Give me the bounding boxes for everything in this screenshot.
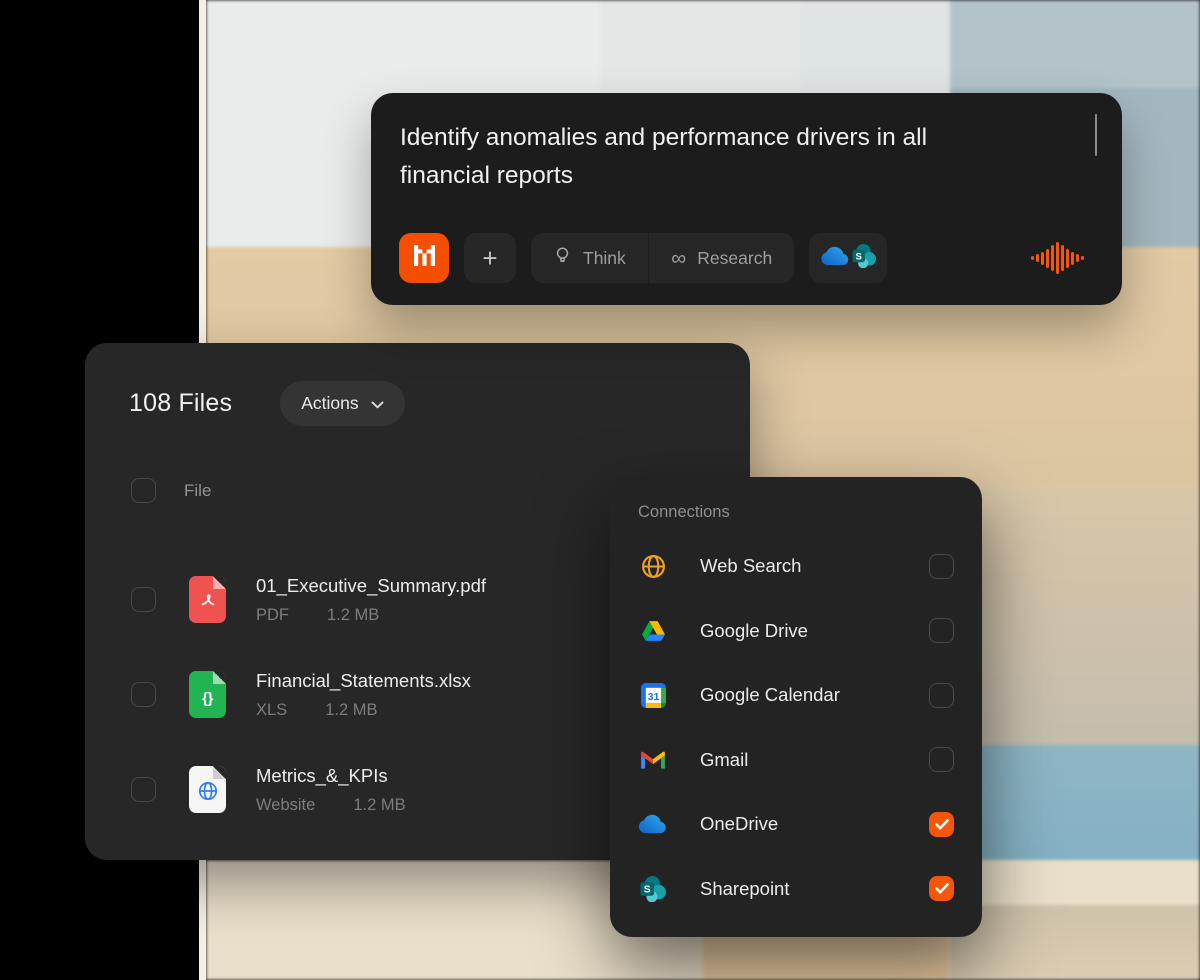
prompt-toolbar: + Think ∞ Research <box>399 233 1098 283</box>
file-column-header: File <box>184 481 211 501</box>
actions-label: Actions <box>301 393 358 414</box>
file-type: PDF <box>256 606 289 624</box>
connection-checkbox[interactable] <box>929 747 954 772</box>
lightbulb-icon <box>553 246 572 270</box>
files-header: 108 Files Actions <box>85 343 750 426</box>
select-all-checkbox[interactable] <box>131 478 156 503</box>
file-type: Website <box>256 796 315 814</box>
connection-checkbox[interactable] <box>929 683 954 708</box>
connection-row-onedrive[interactable]: OneDrive <box>610 792 982 857</box>
file-name: Metrics_&_KPIs <box>256 765 406 787</box>
connection-row-google-calendar[interactable]: 31 Google Calendar <box>610 663 982 728</box>
file-checkbox[interactable] <box>131 682 156 707</box>
onedrive-icon <box>638 814 668 834</box>
file-name: 01_Executive_Summary.pdf <box>256 575 486 597</box>
connection-checkbox[interactable] <box>929 618 954 643</box>
microsoft-sources-chip[interactable]: S <box>809 233 887 283</box>
spreadsheet-file-icon: {} <box>189 671 226 718</box>
svg-text:S: S <box>855 251 862 262</box>
file-size: 1.2 MB <box>325 701 377 719</box>
research-label: Research <box>697 248 772 269</box>
onedrive-icon <box>820 246 851 271</box>
connection-checkbox-checked[interactable] <box>929 876 954 901</box>
connections-list: Web Search Google Drive <box>610 534 982 921</box>
web-search-icon <box>638 553 668 580</box>
connection-row-gmail[interactable]: Gmail <box>610 728 982 793</box>
connection-row-sharepoint[interactable]: S Sharepoint <box>610 857 982 922</box>
sharepoint-icon: S <box>852 243 877 273</box>
file-meta: Website 1.2 MB <box>256 796 406 815</box>
gmail-icon <box>638 750 668 770</box>
svg-text:31: 31 <box>647 691 659 703</box>
file-checkbox[interactable] <box>131 777 156 802</box>
pdf-file-icon <box>189 576 226 623</box>
plus-icon: + <box>482 243 497 274</box>
actions-dropdown-button[interactable]: Actions <box>280 381 404 426</box>
chevron-down-icon <box>371 393 384 414</box>
svg-text:S: S <box>643 885 650 896</box>
file-size: 1.2 MB <box>353 796 405 814</box>
text-caret <box>1095 114 1098 156</box>
think-label: Think <box>583 248 626 269</box>
files-count-title: 108 Files <box>129 389 232 418</box>
file-size: 1.2 MB <box>327 606 379 624</box>
file-checkbox[interactable] <box>131 587 156 612</box>
research-button[interactable]: ∞ Research <box>649 233 794 283</box>
connections-panel: Connections Web Search Google D <box>610 477 982 937</box>
add-attachment-button[interactable]: + <box>464 233 516 283</box>
pixel-m-logo-icon <box>414 245 435 271</box>
braces-glyph: {} <box>202 690 213 707</box>
connection-checkbox-checked[interactable] <box>929 812 954 837</box>
file-name: Financial_Statements.xlsx <box>256 670 471 692</box>
prompt-card: Identify anomalies and performance drive… <box>371 93 1122 305</box>
connection-row-web-search[interactable]: Web Search <box>610 534 982 599</box>
website-file-icon <box>189 766 226 813</box>
connection-row-google-drive[interactable]: Google Drive <box>610 599 982 664</box>
app-logo-button[interactable] <box>399 233 449 283</box>
google-drive-icon <box>638 620 668 642</box>
globe-icon <box>197 780 219 807</box>
mode-button-group: Think ∞ Research <box>531 233 794 283</box>
prompt-input[interactable]: Identify anomalies and performance drive… <box>400 119 990 194</box>
sharepoint-icon: S <box>638 875 668 902</box>
connection-checkbox[interactable] <box>929 554 954 579</box>
file-meta: XLS 1.2 MB <box>256 701 471 720</box>
google-calendar-icon: 31 <box>638 683 668 708</box>
infinity-icon: ∞ <box>671 248 686 269</box>
file-type: XLS <box>256 701 287 719</box>
voice-waveform-icon[interactable] <box>1031 242 1084 274</box>
connections-title: Connections <box>610 477 982 522</box>
think-button[interactable]: Think <box>531 233 648 283</box>
file-meta: PDF 1.2 MB <box>256 606 486 625</box>
